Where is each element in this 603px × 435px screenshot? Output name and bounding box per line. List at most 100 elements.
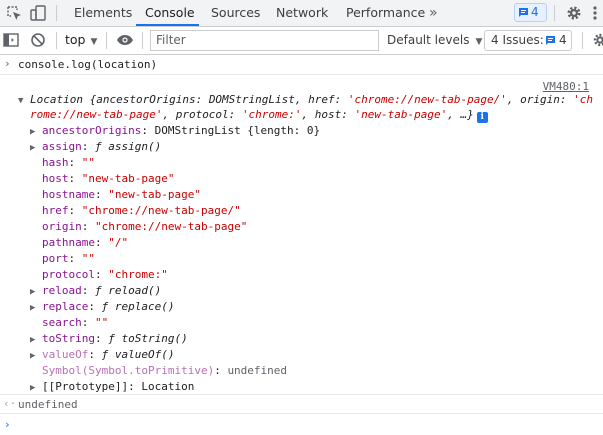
property-row: href: "chrome://new-tab-page/" xyxy=(42,204,241,217)
return-arrow-icon: ‹· xyxy=(3,397,17,410)
devtools-tab-bar: Elements Console Sources Network Perform… xyxy=(0,0,603,27)
property-row[interactable]: ▶ toString: ƒ toString() xyxy=(30,331,188,348)
property-key: port xyxy=(42,252,69,265)
property-key: host xyxy=(42,172,69,185)
messages-badge[interactable]: 4 xyxy=(514,3,547,22)
property-value: ƒ assign() xyxy=(95,140,162,153)
property-row: hash: "" xyxy=(42,156,95,169)
property-key: assign xyxy=(42,140,82,153)
info-icon[interactable]: i xyxy=(476,112,488,123)
property-row[interactable]: ▶ reload: ƒ reload() xyxy=(30,283,161,300)
property-row: origin: "chrome://new-tab-page" xyxy=(42,220,248,233)
issues-count: 4 xyxy=(559,33,567,47)
property-key: replace xyxy=(42,300,89,313)
property-row[interactable]: ▶ valueOf: ƒ valueOf() xyxy=(30,347,174,364)
divider xyxy=(56,32,57,49)
message-icon xyxy=(519,8,528,17)
expand-triangle-right-icon[interactable]: ▶ xyxy=(30,333,42,348)
expand-triangle-right-icon[interactable]: ▶ xyxy=(30,349,42,364)
console-input-prompt-icon[interactable]: › xyxy=(4,418,11,431)
summary-protocol-value: 'chrome:' xyxy=(241,108,302,121)
tab-performance[interactable]: Performance xyxy=(346,0,425,26)
property-key: valueOf xyxy=(42,348,89,361)
property-key: [[Prototype]] xyxy=(42,380,129,393)
property-value: "new-tab-page" xyxy=(81,172,175,185)
property-key: toString xyxy=(42,332,95,345)
dropdown-arrow-icon: ▼ xyxy=(90,37,98,47)
property-row: port: "" xyxy=(42,252,95,265)
expand-triangle-right-icon[interactable]: ▶ xyxy=(30,301,42,316)
issues-label: 4 Issues: xyxy=(491,33,544,47)
property-key: reload xyxy=(42,284,82,297)
divider xyxy=(142,32,143,49)
divider xyxy=(56,5,57,21)
property-key: pathname xyxy=(42,236,95,249)
tab-sources[interactable]: Sources xyxy=(211,0,260,26)
console-command: console.log(location) xyxy=(18,58,158,71)
console-settings-gear-icon[interactable] xyxy=(591,32,603,50)
property-value: Location xyxy=(141,380,195,393)
sidebar-toggle-icon[interactable] xyxy=(3,32,21,50)
expand-triangle-right-icon[interactable]: ▶ xyxy=(30,141,42,156)
message-icon xyxy=(546,36,555,45)
object-label: Location xyxy=(30,93,83,106)
divider xyxy=(554,5,555,21)
tab-elements[interactable]: Elements xyxy=(74,0,132,26)
property-value: "chrome://new-tab-page/" xyxy=(81,204,241,217)
property-key: Symbol(Symbol.toPrimitive) xyxy=(42,364,215,377)
property-value: "" xyxy=(81,252,95,265)
log-levels-dropdown[interactable]: Default levels ▼ xyxy=(387,33,482,47)
property-value: ƒ toString() xyxy=(108,332,188,345)
more-options-icon[interactable] xyxy=(590,4,603,22)
eye-icon[interactable] xyxy=(116,32,134,50)
clear-console-icon[interactable] xyxy=(30,32,48,50)
property-value: "" xyxy=(95,316,109,329)
property-value: ƒ valueOf() xyxy=(101,348,175,361)
inspect-element-icon[interactable] xyxy=(5,4,23,22)
expand-triangle-right-icon[interactable]: ▶ xyxy=(30,285,42,300)
property-value: "chrome:" xyxy=(108,268,168,281)
property-value: "chrome://new-tab-page" xyxy=(95,220,248,233)
property-value: "/" xyxy=(108,236,129,249)
location-summary-continuation: rome://new-tab-page', protocol: 'chrome:… xyxy=(30,107,488,123)
expand-triangle-down-icon[interactable]: ▼ xyxy=(18,94,30,109)
tab-console[interactable]: Console xyxy=(136,0,199,26)
property-value: "new-tab-page" xyxy=(108,188,201,201)
more-tabs-chevron-icon[interactable]: » xyxy=(429,0,438,26)
property-key: hostname xyxy=(42,188,95,201)
property-key: origin xyxy=(42,220,82,233)
property-row: pathname: "/" xyxy=(42,236,129,249)
context-label: top xyxy=(65,32,86,47)
device-toolbar-icon[interactable] xyxy=(29,4,47,22)
property-row: search: "" xyxy=(42,316,109,329)
summary-href-value: 'chrome://new-tab-page/' xyxy=(347,93,507,106)
prompt-chevron-icon: › xyxy=(4,57,11,70)
property-key: protocol xyxy=(42,268,95,281)
tab-network[interactable]: Network xyxy=(276,0,328,26)
summary-text: , origin: xyxy=(506,93,574,106)
property-key: search xyxy=(42,316,82,329)
property-row: protocol: "chrome:" xyxy=(42,268,168,281)
context-selector[interactable]: top ▼ xyxy=(65,32,97,47)
filter-input[interactable]: Filter xyxy=(150,30,379,51)
expand-triangle-right-icon[interactable]: ▶ xyxy=(30,125,42,140)
divider xyxy=(582,32,583,49)
summary-origin-value: 'ch xyxy=(573,93,593,106)
console-command-row: › console.log(location) xyxy=(0,55,603,75)
console-output: › console.log(location) VM480:1 ▼ Locatio… xyxy=(0,55,603,435)
property-row[interactable]: ▶ replace: ƒ replace() xyxy=(30,299,174,316)
property-row[interactable]: ▶ ancestorOrigins: DOMStringList {length:… xyxy=(30,123,320,140)
divider xyxy=(106,32,107,49)
property-key: ancestorOrigins xyxy=(42,124,142,137)
property-key: href xyxy=(42,204,69,217)
issues-button[interactable]: 4 Issues: 4 xyxy=(484,30,572,51)
summary-text: , host: xyxy=(301,108,355,121)
property-value: DOMStringList {length: 0} xyxy=(154,124,321,137)
summary-text: {ancestorOrigins: DOMStringList, href: xyxy=(82,93,348,106)
gear-icon[interactable] xyxy=(565,4,583,22)
property-value: undefined xyxy=(227,364,288,377)
property-row[interactable]: ▶ assign: ƒ assign() xyxy=(30,139,161,156)
property-key: hash xyxy=(42,156,69,169)
summary-origin-value: rome://new-tab-page' xyxy=(30,108,163,121)
summary-text: , protocol: xyxy=(162,108,242,121)
